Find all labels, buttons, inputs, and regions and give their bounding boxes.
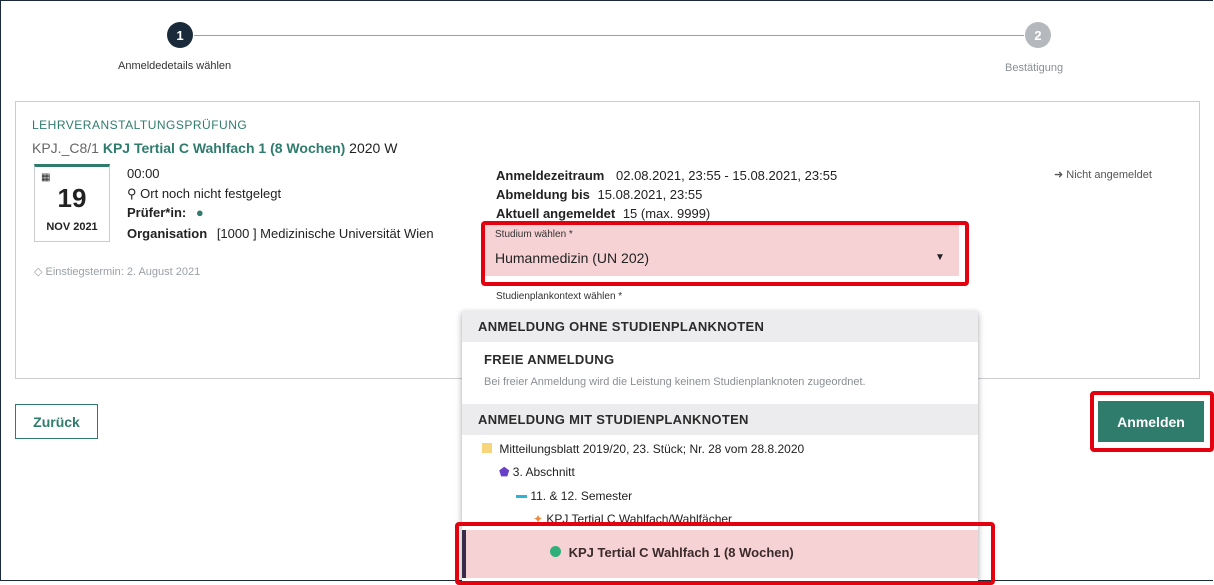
square-icon (482, 443, 492, 453)
date-day: 19 (57, 183, 87, 213)
group-header-with-nodes: ANMELDUNG MIT STUDIENPLANKNOTEN (462, 404, 978, 435)
current-label: Aktuell angemeldet (496, 206, 616, 221)
calendar-icon: ▦ (41, 172, 51, 183)
date-badge: ▦ 19 NOV 2021 (34, 164, 110, 242)
reg-period-row: Anmeldezeitraum 02.08.2021, 23:55 - 15.0… (496, 168, 837, 183)
step-1-label: Anmeldedetails wählen (118, 60, 232, 72)
location-text: Ort noch nicht festgelegt (140, 186, 282, 201)
step-2-circle: 2 (1025, 22, 1051, 48)
tree-node-level-4[interactable]: ✦ KPJ Tertial C Wahlfach/Wahlfächer (533, 512, 732, 526)
status-text: Nicht angemeldet (1066, 169, 1152, 181)
reg-period-label: Anmeldezeitraum (496, 168, 605, 183)
entry-diamond-icon: ◇ (34, 266, 43, 278)
course-semester: 2020 W (349, 140, 398, 156)
status-arrow-icon: ➜ (1054, 169, 1064, 181)
tree-node-label: 11. & 12. Semester (530, 489, 633, 503)
registration-status: ➜ Nicht angemeldet (1054, 168, 1152, 181)
step-2-label: Bestätigung (1005, 62, 1064, 74)
course-code: KPJ._C8/1 (32, 140, 99, 156)
tree-node-label: KPJ Tertial C Wahlfach/Wahlfächer (546, 512, 733, 526)
free-registration-desc: Bei freier Anmeldung wird die Leistung k… (484, 376, 866, 388)
stepper-line (194, 35, 1024, 36)
organisation-row: Organisation [1000 ] Medizinische Univer… (127, 226, 434, 241)
location-row: ⚲ Ort noch nicht festgelegt (127, 186, 281, 202)
dereg-value: 15.08.2021, 23:55 (597, 187, 703, 202)
kontext-dropdown[interactable]: ANMELDUNG OHNE STUDIENPLANKNOTEN FREIE A… (462, 311, 978, 581)
register-button[interactable]: Anmelden (1098, 401, 1204, 442)
studium-label: Studium wählen * (495, 229, 573, 240)
course-title-link[interactable]: KPJ Tertial C Wahlfach 1 (8 Wochen) (103, 140, 345, 156)
course-type: LEHRVERANSTALTUNGSPRÜFUNG (32, 118, 248, 132)
tree-node-label: Mitteilungsblatt 2019/20, 23. Stück; Nr.… (499, 442, 805, 456)
circle-icon (550, 546, 561, 557)
examiner-label: Prüfer*in: (127, 205, 187, 220)
star-icon: ✦ (533, 512, 544, 526)
kontext-label: Studienplankontext wählen * (496, 291, 623, 302)
selected-option-label: KPJ Tertial C Wahlfach 1 (8 Wochen) (568, 545, 794, 560)
free-registration-option[interactable]: FREIE ANMELDUNG Bei freier Anmeldung wir… (462, 342, 978, 404)
tree-node-level-2[interactable]: ⬟ 3. Abschnitt (499, 465, 575, 479)
dereg-label: Abmeldung bis (496, 187, 590, 202)
location-pin-icon: ⚲ (127, 186, 137, 201)
studium-value: Humanmedizin (UN 202) (495, 250, 650, 266)
selected-option[interactable]: KPJ Tertial C Wahlfach 1 (8 Wochen) (462, 530, 978, 578)
chevron-down-icon[interactable]: ▼ (935, 252, 945, 263)
dash-icon (516, 495, 527, 499)
person-icon[interactable]: ● (196, 205, 204, 220)
entry-date-row: ◇ Einstiegstermin: 2. August 2021 (34, 265, 200, 278)
date-month-year: NOV 2021 (46, 221, 98, 233)
organisation-label: Organisation (127, 226, 208, 241)
step-1-circle: 1 (167, 22, 193, 48)
organisation-value: [1000 ] Medizinische Universität Wien (216, 226, 434, 241)
reg-period-value: 02.08.2021, 23:55 - 15.08.2021, 23:55 (616, 168, 838, 183)
studium-select[interactable]: Studium wählen * Humanmedizin (UN 202) ▼ (483, 223, 959, 276)
course-heading: KPJ._C8/1 KPJ Tertial C Wahlfach 1 (8 Wo… (32, 140, 397, 156)
selected-option-row: KPJ Tertial C Wahlfach 1 (8 Wochen) (550, 545, 794, 560)
current-value: 15 (max. 9999) (622, 206, 711, 221)
free-registration-title: FREIE ANMELDUNG (484, 352, 615, 367)
examiner-row: Prüfer*in: ● (127, 205, 204, 220)
tree-node-level-1[interactable]: Mitteilungsblatt 2019/20, 23. Stück; Nr.… (482, 442, 804, 456)
dereg-row: Abmeldung bis 15.08.2021, 23:55 (496, 187, 702, 202)
pentagon-icon: ⬟ (499, 465, 510, 479)
selection-indicator (462, 530, 466, 578)
back-button[interactable]: Zurück (15, 404, 98, 439)
tree-node-label: 3. Abschnitt (512, 465, 575, 479)
group-header-without-nodes: ANMELDUNG OHNE STUDIENPLANKNOTEN (462, 311, 978, 342)
tree-node-level-3[interactable]: 11. & 12. Semester (516, 489, 632, 503)
entry-date: Einstiegstermin: 2. August 2021 (45, 266, 201, 278)
exam-time: 00:00 (127, 166, 160, 181)
current-row: Aktuell angemeldet 15 (max. 9999) (496, 206, 710, 221)
